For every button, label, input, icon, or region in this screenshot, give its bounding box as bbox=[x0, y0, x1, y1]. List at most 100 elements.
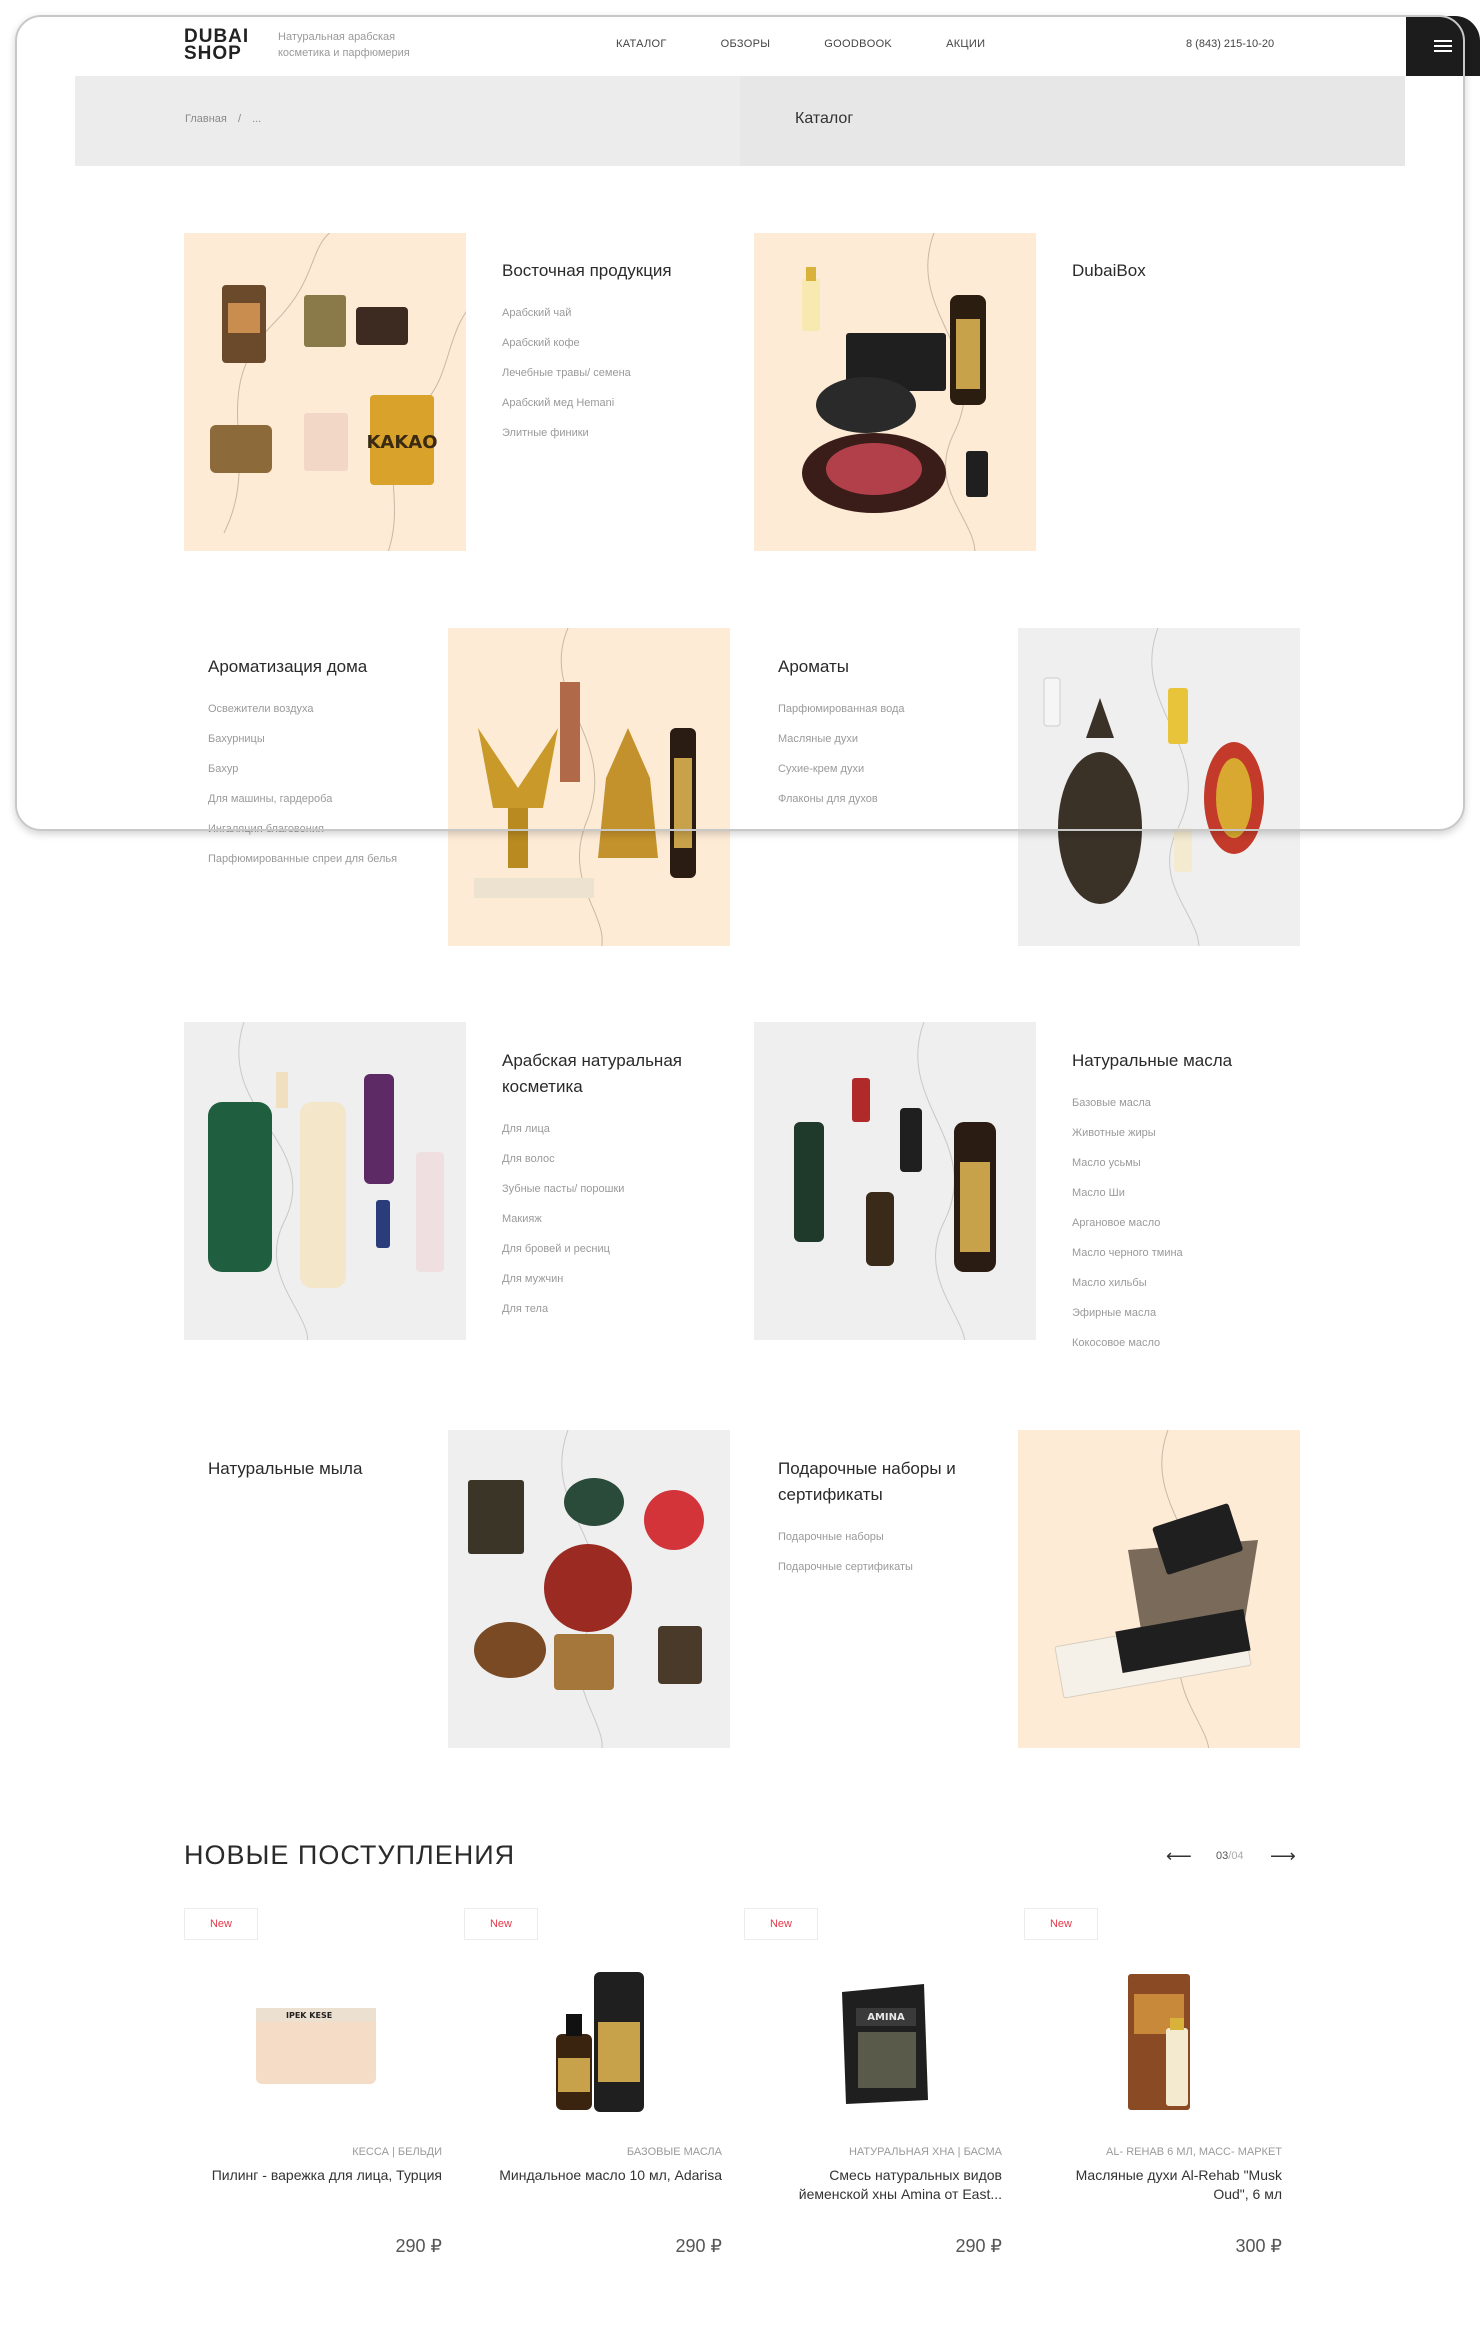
category-link[interactable]: Сухие-крем духи bbox=[778, 762, 905, 792]
breadcrumb-current: ... bbox=[252, 113, 262, 125]
category-link[interactable]: Для тела bbox=[502, 1302, 624, 1332]
arrow-right-icon[interactable]: ⟶ bbox=[1270, 1847, 1296, 1865]
arrow-left-icon[interactable]: ⟵ bbox=[1166, 1847, 1192, 1865]
category-link[interactable]: Макияж bbox=[502, 1212, 624, 1242]
category-link[interactable]: Лечебные травы/ семена bbox=[502, 366, 631, 396]
category-link[interactable]: Подарочные сертификаты bbox=[778, 1560, 913, 1590]
product-name[interactable]: Масляные духи Al-Rehab "Musk Oud", 6 мл bbox=[1042, 2166, 1282, 2204]
product-card[interactable]: New IPEK KESE КЕССА | БЕЛЬДИ Пилинг - ва… bbox=[184, 1908, 442, 2268]
breadcrumb: Главная / ... bbox=[185, 113, 261, 125]
category-title-aromas[interactable]: Ароматы bbox=[778, 654, 988, 680]
category-link[interactable]: Парфюмированные спреи для белья bbox=[208, 852, 397, 882]
product-card[interactable]: New БАЗОВЫЕ МАСЛА Миндальное масло 10 мл… bbox=[464, 1908, 722, 2268]
category-title-soaps[interactable]: Натуральные мыла bbox=[208, 1456, 418, 1482]
pager-count: 03/04 bbox=[1216, 1850, 1244, 1862]
category-title-dubaibox[interactable]: DubaiBox bbox=[1072, 258, 1282, 284]
product-category: AL- REHAB 6 МЛ, МАСС- МАРКЕТ bbox=[1106, 2146, 1282, 2158]
main-nav: КАТАЛОГ ОБЗОРЫ GOODBOOK АКЦИИ bbox=[616, 38, 1039, 50]
product-price: 290 ₽ bbox=[675, 2236, 723, 2256]
category-image-oils[interactable] bbox=[754, 1022, 1036, 1340]
category-link[interactable]: Элитные финики bbox=[502, 426, 631, 456]
breadcrumb-home[interactable]: Главная bbox=[185, 113, 227, 125]
category-link[interactable]: Масло черного тмина bbox=[1072, 1246, 1183, 1276]
category-link[interactable]: Для мужчин bbox=[502, 1272, 624, 1302]
oriental-products-image: KAKAO bbox=[210, 233, 466, 551]
category-link[interactable]: Базовые масла bbox=[1072, 1096, 1183, 1126]
gifts-image bbox=[1054, 1430, 1258, 1748]
site-logo[interactable]: DUBAI SHOP bbox=[184, 27, 260, 64]
category-title-home-fragrance[interactable]: Ароматизация дома bbox=[208, 654, 418, 680]
product-card[interactable]: New AMINA НАТУРАЛЬНАЯ ХНА | БАСМА Смесь … bbox=[744, 1908, 1002, 2268]
category-link[interactable]: Животные жиры bbox=[1072, 1126, 1183, 1156]
product-image: AMINA bbox=[842, 1984, 928, 2104]
category-link[interactable]: Бахур bbox=[208, 762, 397, 792]
category-link[interactable]: Подарочные наборы bbox=[778, 1530, 913, 1560]
nav-goodbook[interactable]: GOODBOOK bbox=[824, 38, 892, 50]
svg-text:AMINA: AMINA bbox=[867, 2012, 905, 2023]
svg-text:KAKAO: KAKAO bbox=[366, 432, 437, 453]
category-link[interactable]: Аргановое масло bbox=[1072, 1216, 1183, 1246]
new-badge: New bbox=[744, 1908, 818, 1940]
new-badge: New bbox=[464, 1908, 538, 1940]
site-header: DUBAI SHOP Натуральная арабская косметик… bbox=[16, 16, 1480, 76]
category-title-oils[interactable]: Натуральные масла bbox=[1072, 1048, 1282, 1074]
category-link[interactable]: Освежители воздуха bbox=[208, 702, 397, 732]
category-link[interactable]: Масло хильбы bbox=[1072, 1276, 1183, 1306]
breadcrumb-panel: Главная / ... bbox=[75, 76, 740, 166]
category-link[interactable]: Эфирные масла bbox=[1072, 1306, 1183, 1336]
product-name[interactable]: Миндальное масло 10 мл, Adarisa bbox=[482, 2166, 722, 2185]
nav-sales[interactable]: АКЦИИ bbox=[946, 38, 985, 50]
product-image bbox=[556, 1972, 644, 2112]
svg-text:IPEK KESE: IPEK KESE bbox=[286, 2011, 332, 2020]
product-image bbox=[1128, 1974, 1190, 2110]
category-link[interactable]: Бахурницы bbox=[208, 732, 397, 762]
product-name[interactable]: Смесь натуральных видов йеменской хны Am… bbox=[762, 2166, 1002, 2204]
category-image-oriental[interactable]: KAKAO bbox=[184, 233, 466, 551]
category-image-gifts[interactable] bbox=[1018, 1430, 1300, 1748]
site-tagline: Натуральная арабская косметика и парфюме… bbox=[278, 31, 410, 59]
phone-number[interactable]: 8 (843) 215-10-20 bbox=[1186, 38, 1274, 50]
category-link[interactable]: Для лица bbox=[502, 1122, 624, 1152]
category-image-cosmetics[interactable] bbox=[184, 1022, 466, 1340]
home-fragrance-image bbox=[474, 628, 696, 946]
product-name[interactable]: Пилинг - варежка для лица, Турция bbox=[202, 2166, 442, 2185]
page-title-panel: Каталог bbox=[740, 76, 1405, 166]
product-card[interactable]: New AL- REHAB 6 МЛ, МАСС- МАРКЕТ Масляны… bbox=[1024, 1908, 1282, 2268]
category-link[interactable]: Парфюмированная вода bbox=[778, 702, 905, 732]
category-link[interactable]: Масло Ши bbox=[1072, 1186, 1183, 1216]
product-category: НАТУРАЛЬНАЯ ХНА | БАСМА bbox=[848, 2146, 1002, 2158]
category-link[interactable]: Масляные духи bbox=[778, 732, 905, 762]
product-category: КЕССА | БЕЛЬДИ bbox=[352, 2146, 442, 2158]
category-link[interactable]: Для машины, гардероба bbox=[208, 792, 397, 822]
category-image-soaps[interactable] bbox=[448, 1430, 730, 1748]
category-links-oriental: Арабский чай Арабский кофе Лечебные трав… bbox=[502, 306, 631, 456]
logo-line2: SHOP bbox=[184, 43, 242, 64]
new-badge: New bbox=[184, 1908, 258, 1940]
category-link[interactable]: Для бровей и ресниц bbox=[502, 1242, 624, 1272]
category-link[interactable]: Арабский чай bbox=[502, 306, 631, 336]
category-link[interactable]: Арабский мед Hemani bbox=[502, 396, 631, 426]
cosmetics-image bbox=[208, 1022, 444, 1340]
product-price: 290 ₽ bbox=[955, 2236, 1003, 2256]
category-links-aromas: Парфюмированная вода Масляные духи Сухие… bbox=[778, 702, 905, 822]
page-title: Каталог bbox=[795, 110, 854, 127]
category-image-home-fragrance[interactable] bbox=[448, 628, 730, 946]
category-title-cosmetics[interactable]: Арабская натуральная косметика bbox=[502, 1048, 712, 1100]
category-image-dubaibox[interactable] bbox=[754, 233, 1036, 551]
category-image-aromas[interactable] bbox=[1018, 628, 1300, 946]
category-link[interactable]: Для волос bbox=[502, 1152, 624, 1182]
nav-catalog[interactable]: КАТАЛОГ bbox=[616, 38, 667, 50]
category-link[interactable]: Ингаляция благовония bbox=[208, 822, 397, 852]
pager-total: 04 bbox=[1231, 1850, 1244, 1862]
category-link[interactable]: Арабский кофе bbox=[502, 336, 631, 366]
category-link[interactable]: Масло усьмы bbox=[1072, 1156, 1183, 1186]
nav-reviews[interactable]: ОБЗОРЫ bbox=[721, 38, 771, 50]
category-link[interactable]: Кокосовое масло bbox=[1072, 1336, 1183, 1366]
category-link[interactable]: Флаконы для духов bbox=[778, 792, 905, 822]
new-badge: New bbox=[1024, 1908, 1098, 1940]
category-links-cosmetics: Для лица Для волос Зубные пасты/ порошки… bbox=[502, 1122, 624, 1332]
category-title-gifts[interactable]: Подарочные наборы и сертификаты bbox=[778, 1456, 988, 1508]
category-title-oriental[interactable]: Восточная продукция bbox=[502, 258, 712, 284]
menu-button[interactable] bbox=[1406, 16, 1480, 76]
category-link[interactable]: Зубные пасты/ порошки bbox=[502, 1182, 624, 1212]
